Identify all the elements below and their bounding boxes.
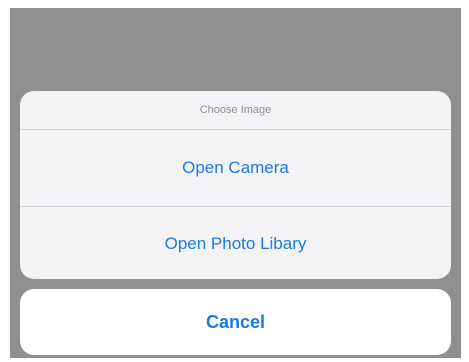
action-sheet: Choose Image Open Camera Open Photo Liba…	[20, 91, 451, 279]
cancel-button[interactable]: Cancel	[20, 289, 451, 355]
action-sheet-title: Choose Image	[199, 104, 272, 116]
open-photo-library-button[interactable]: Open Photo Libary	[20, 207, 451, 279]
dimmed-overlay: Choose Image Open Camera Open Photo Liba…	[10, 8, 461, 358]
open-camera-button[interactable]: Open Camera	[20, 130, 451, 206]
cancel-group: Cancel	[20, 289, 451, 355]
